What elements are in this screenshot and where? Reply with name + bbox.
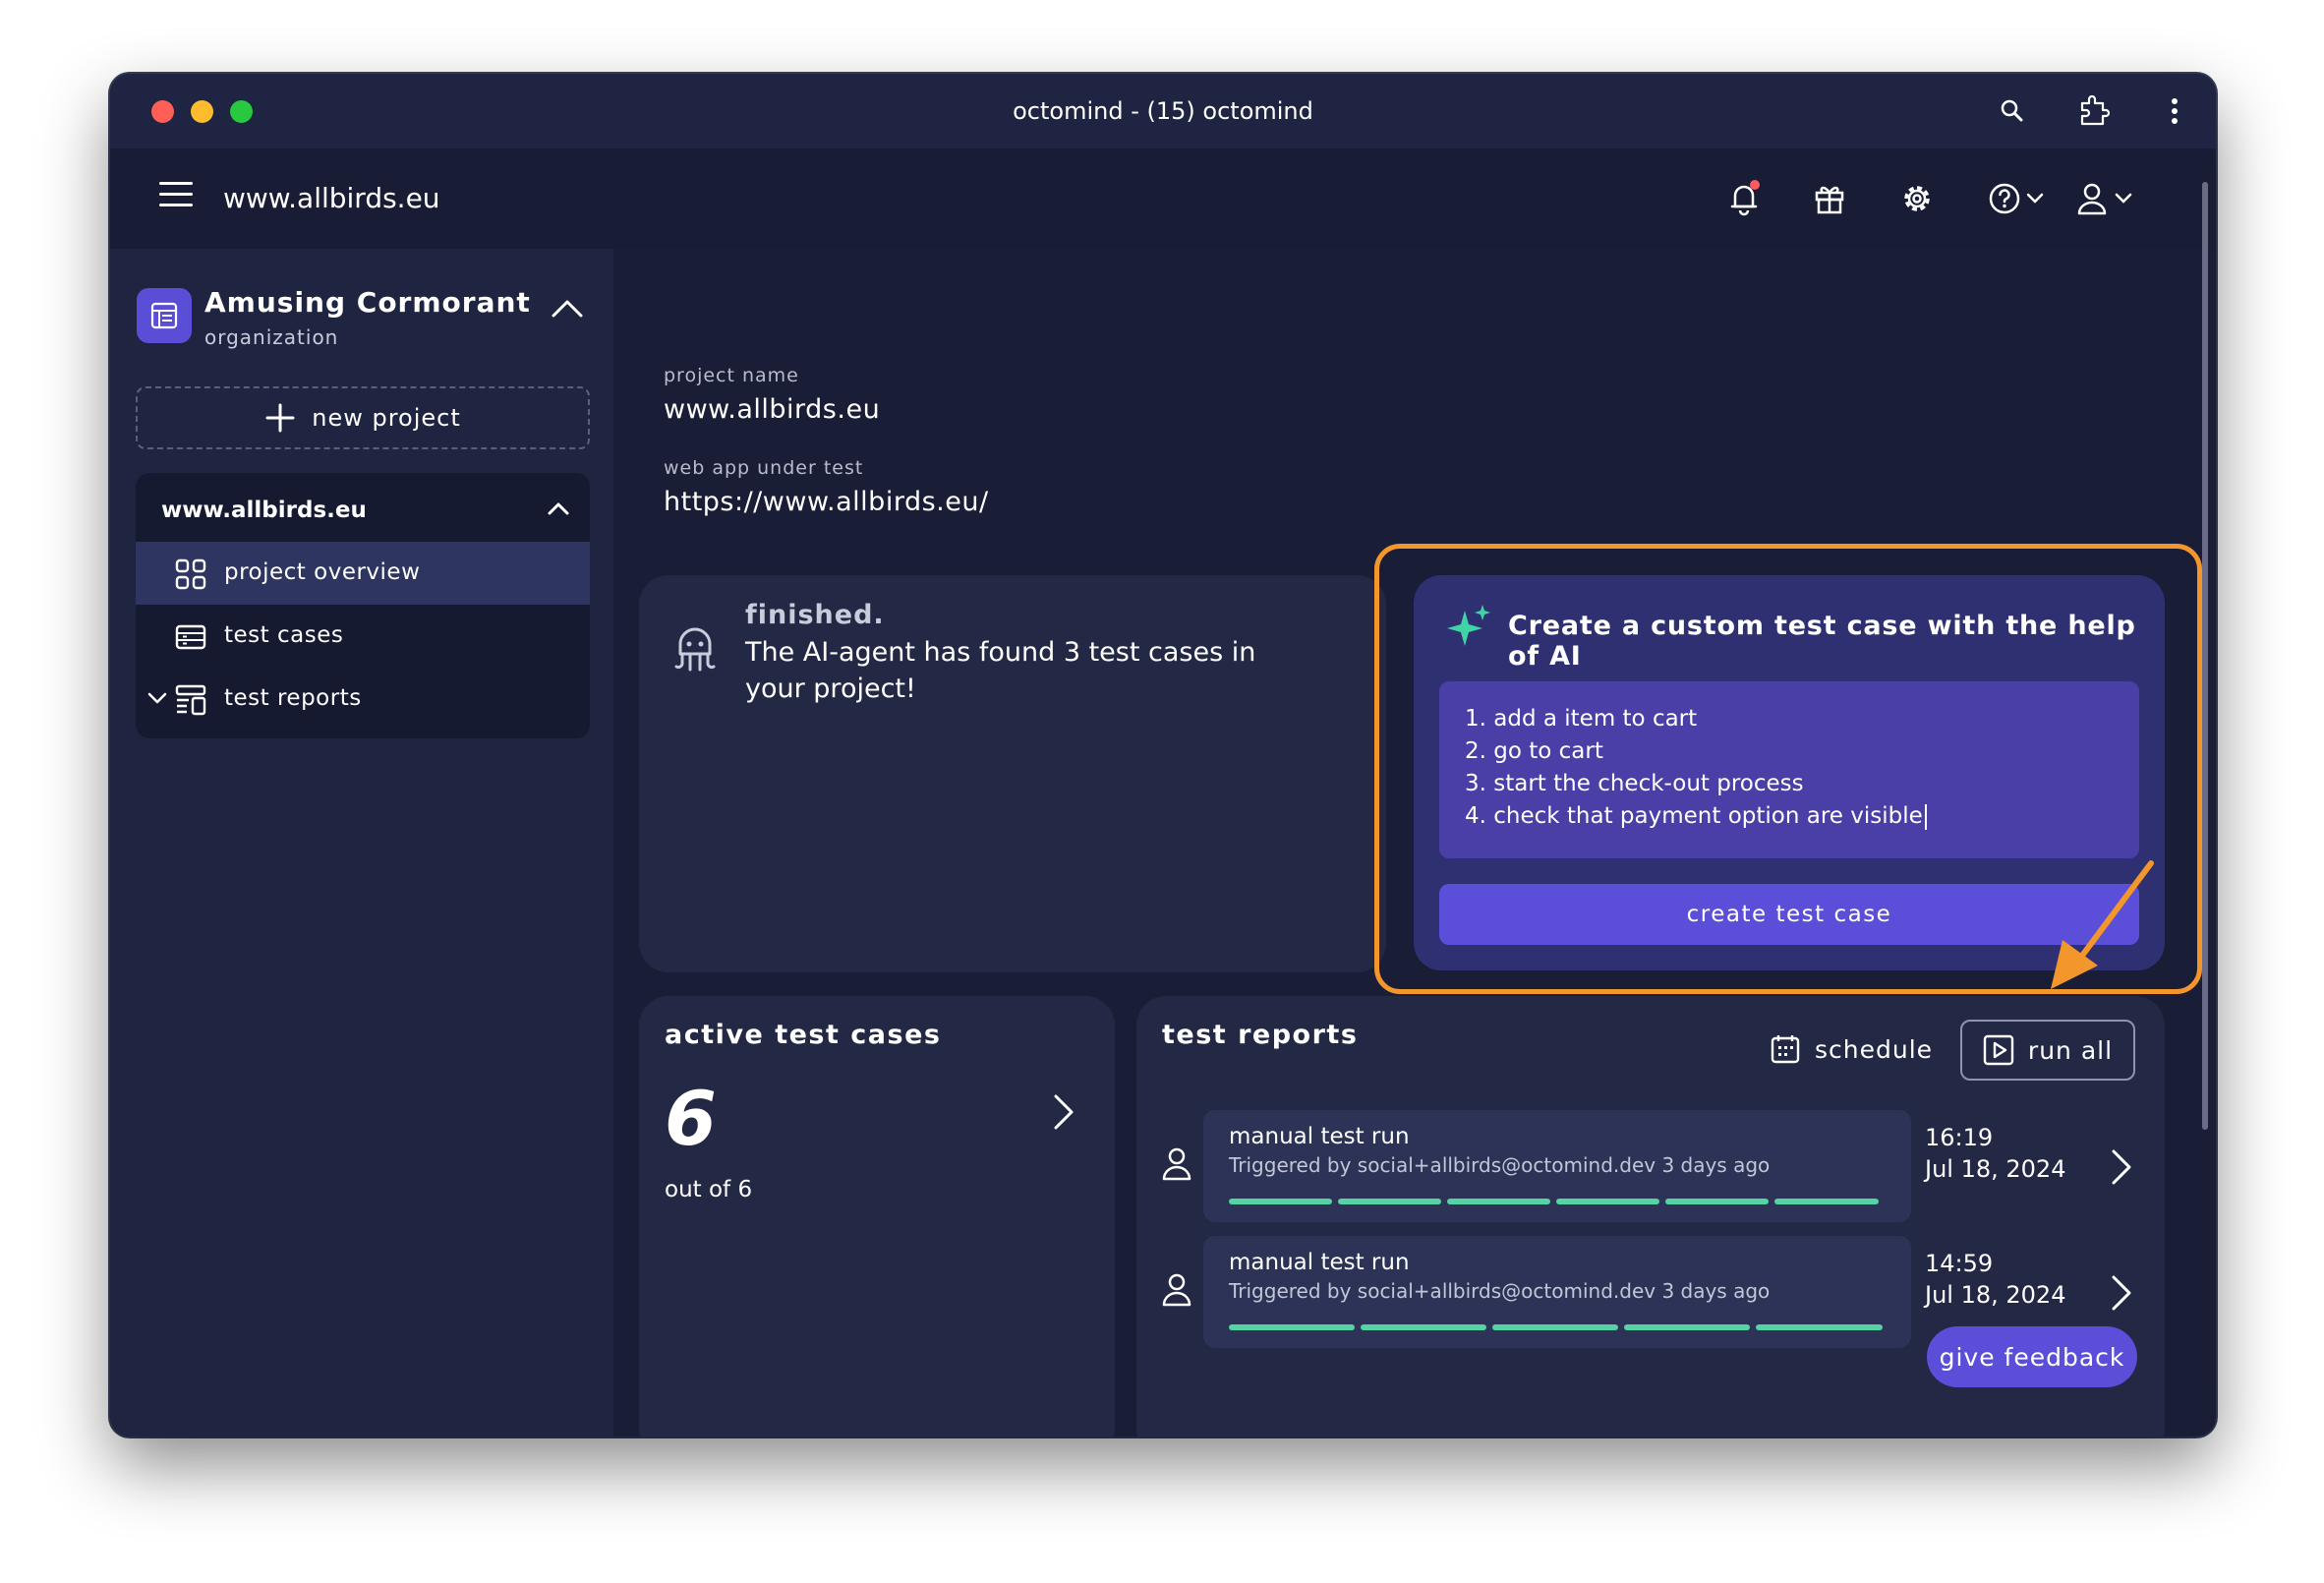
ai-prompt-textarea[interactable]: 1. add a item to cart 2. go to cart 3. s… bbox=[1439, 681, 2139, 858]
run-timestamp: 16:19 Jul 18, 2024 bbox=[1925, 1122, 2065, 1185]
ai-card-title: Create a custom test case with the help … bbox=[1508, 611, 2136, 672]
run-timestamp: 14:59 Jul 18, 2024 bbox=[1925, 1248, 2065, 1311]
status-title: finished. bbox=[745, 600, 885, 630]
chevron-right-icon[interactable] bbox=[2110, 1273, 2133, 1313]
run-title: manual test run bbox=[1229, 1250, 1410, 1275]
organization-type: organization bbox=[204, 325, 339, 349]
more-options-icon[interactable] bbox=[2155, 91, 2194, 131]
calendar-icon bbox=[1771, 1035, 1800, 1064]
chevron-right-icon[interactable] bbox=[2110, 1147, 2133, 1187]
title-bar: octomind - (15) octomind bbox=[110, 74, 2216, 148]
run-progress-bar bbox=[1229, 1324, 1883, 1330]
settings-gear-icon[interactable] bbox=[1899, 176, 1935, 221]
site-title: www.allbirds.eu bbox=[223, 182, 440, 214]
schedule-label: schedule bbox=[1815, 1034, 1934, 1064]
menu-icon[interactable] bbox=[159, 182, 193, 211]
gift-icon[interactable] bbox=[1813, 176, 1846, 221]
test-run-row[interactable]: manual test run Triggered by social+allb… bbox=[1203, 1110, 1911, 1222]
window-title: octomind - (15) octomind bbox=[1013, 97, 1313, 125]
run-date: Jul 18, 2024 bbox=[1925, 1155, 2066, 1183]
sidebar-item-test-reports[interactable]: test reports bbox=[136, 668, 590, 731]
run-all-label: run all bbox=[2027, 1035, 2114, 1065]
prompt-line: 2. go to cart bbox=[1465, 738, 1603, 764]
run-progress-bar bbox=[1229, 1199, 1879, 1204]
text-cursor bbox=[1924, 803, 1927, 830]
app-header: www.allbirds.eu bbox=[110, 148, 2216, 249]
project-name-heading[interactable]: www.allbirds.eu bbox=[161, 498, 367, 523]
sidebar-item-project-overview[interactable]: project overview bbox=[136, 542, 590, 605]
run-trigger: Triggered by social+allbirds@octomind.de… bbox=[1229, 1153, 1771, 1177]
active-test-cases-card[interactable]: active test cases 6 out of 6 bbox=[639, 996, 1115, 1436]
sidebar-item-label: test reports bbox=[224, 685, 362, 711]
prompt-line: 3. start the check-out process bbox=[1465, 771, 1804, 796]
schedule-button[interactable]: schedule bbox=[1770, 1033, 1933, 1065]
plus-icon bbox=[265, 403, 295, 433]
prompt-line: 1. add a item to cart bbox=[1465, 706, 1698, 732]
user-menu-icon[interactable] bbox=[2076, 176, 2137, 221]
active-test-total: out of 6 bbox=[665, 1177, 753, 1202]
organization-logo-icon bbox=[137, 288, 192, 343]
sidebar: Amusing Cormorant organization new proje… bbox=[110, 249, 613, 1436]
organization-name: Amusing Cormorant bbox=[204, 286, 531, 319]
notifications-bell-icon[interactable] bbox=[1726, 176, 1762, 221]
active-test-cases-title: active test cases bbox=[665, 1020, 942, 1050]
test-reports-title: test reports bbox=[1162, 1020, 1359, 1050]
grid-icon bbox=[175, 558, 206, 590]
sparkle-icon bbox=[1447, 605, 1490, 646]
octopus-robot-icon bbox=[674, 627, 716, 672]
pointer-arrow-icon bbox=[2051, 860, 2154, 989]
web-app-url[interactable]: https://www.allbirds.eu/ bbox=[664, 487, 989, 517]
run-date: Jul 18, 2024 bbox=[1925, 1281, 2066, 1309]
person-icon bbox=[1162, 1147, 1191, 1181]
project-name-value: www.allbirds.eu bbox=[664, 394, 881, 425]
app-window: octomind - (15) octomind www.allbirds.eu bbox=[110, 74, 2216, 1436]
help-menu-icon[interactable] bbox=[1988, 176, 2049, 221]
test-run-row[interactable]: manual test run Triggered by social+allb… bbox=[1203, 1236, 1911, 1348]
collapse-organization-chevron-icon[interactable] bbox=[551, 298, 584, 323]
run-time: 16:19 bbox=[1925, 1124, 1994, 1151]
project-nav-panel: www.allbirds.eu project overview test ca… bbox=[136, 473, 590, 738]
sidebar-item-label: test cases bbox=[224, 622, 344, 648]
list-icon bbox=[175, 624, 206, 650]
extensions-icon[interactable] bbox=[2074, 91, 2114, 131]
new-project-label: new project bbox=[312, 404, 461, 432]
project-name-label: project name bbox=[664, 365, 799, 386]
run-title: manual test run bbox=[1229, 1124, 1410, 1149]
prompt-line: 4. check that payment option are visible bbox=[1465, 803, 1923, 829]
person-icon bbox=[1162, 1273, 1191, 1307]
sidebar-item-test-cases[interactable]: test cases bbox=[136, 605, 590, 668]
run-time: 14:59 bbox=[1925, 1250, 1994, 1277]
scrollbar[interactable] bbox=[2202, 182, 2208, 1130]
new-project-button[interactable]: new project bbox=[136, 386, 590, 449]
report-icon bbox=[175, 684, 206, 716]
create-test-case-button[interactable]: create test case bbox=[1439, 884, 2139, 945]
expand-chevron-down-icon[interactable] bbox=[147, 691, 167, 705]
web-app-label: web app under test bbox=[664, 457, 864, 479]
play-icon bbox=[1983, 1034, 2014, 1066]
chevron-right-icon[interactable] bbox=[1052, 1092, 1075, 1132]
run-all-button[interactable]: run all bbox=[1960, 1020, 2135, 1081]
run-trigger: Triggered by social+allbirds@octomind.de… bbox=[1229, 1279, 1771, 1303]
agent-status-card: finished. The AI-agent has found 3 test … bbox=[639, 575, 1386, 972]
zoom-icon[interactable] bbox=[1993, 91, 2032, 131]
sidebar-item-label: project overview bbox=[224, 559, 421, 585]
status-message: The AI-agent has found 3 test cases in y… bbox=[745, 637, 1256, 704]
active-test-count: 6 bbox=[665, 1075, 717, 1162]
give-feedback-button[interactable]: give feedback bbox=[1927, 1326, 2137, 1387]
collapse-project-chevron-icon[interactable] bbox=[547, 500, 570, 520]
